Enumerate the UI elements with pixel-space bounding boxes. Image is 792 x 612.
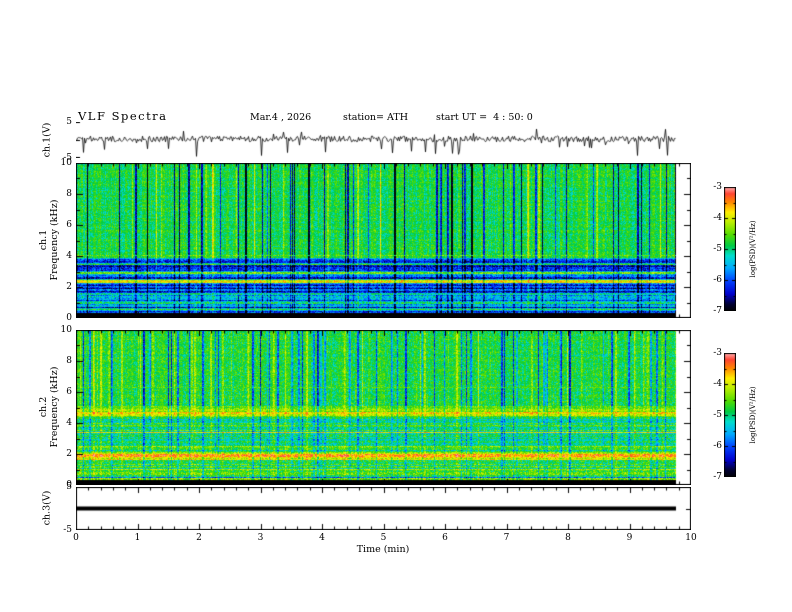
frequency-tick-label: 2 [66, 449, 72, 459]
ch1-frequency-axis-label: ch.1 Frequency (kHz) [38, 200, 60, 281]
colorbar-tick-label: -3 [713, 348, 722, 358]
colorbar1-canvas [724, 187, 736, 311]
colorbar2-canvas [724, 353, 736, 477]
ch1-axis-ylabel: Frequency (kHz) [49, 199, 60, 281]
ch1-spectrogram-canvas [76, 163, 691, 318]
voltage-tick-label: 5 [66, 482, 72, 492]
ch3-waveform-canvas [76, 487, 691, 530]
voltage-tick-label: -5 [63, 153, 72, 163]
x-axis-tick-label: 5 [380, 533, 387, 543]
ch2-frequency-axis-label: ch.2 Frequency (kHz) [38, 367, 60, 448]
x-axis-tick-label: 7 [503, 533, 510, 543]
frequency-tick-label: 8 [66, 356, 72, 366]
colorbar-tick-label: -5 [713, 244, 722, 254]
x-axis-tick-label: 9 [626, 533, 633, 543]
frequency-tick-label: 0 [66, 313, 72, 323]
frequency-tick-label: 2 [66, 282, 72, 292]
x-axis-tick-label: 3 [257, 533, 264, 543]
frequency-tick-label: 8 [66, 189, 72, 199]
ch1-axis-channel: ch.1 [38, 229, 49, 251]
ch3-voltage-axis-label: ch.3(V) [41, 490, 53, 526]
colorbar-tick-label: -5 [713, 410, 722, 420]
frequency-tick-label: 6 [66, 387, 72, 397]
figure-title: VLF Spectra [78, 109, 168, 123]
x-axis-tick-label: 2 [196, 533, 202, 543]
x-axis-tick-label: 10 [685, 533, 697, 543]
x-axis-tick-label: 8 [565, 533, 571, 543]
colorbar2-label: log(PSD)(V²/Hz) [749, 386, 757, 444]
frequency-tick-label: 4 [66, 251, 72, 261]
colorbar-tick-label: -3 [713, 182, 722, 192]
ch2-axis-ylabel: Frequency (kHz) [49, 366, 60, 448]
colorbar-tick-label: -7 [713, 472, 722, 482]
x-axis-label: Time (min) [356, 544, 410, 555]
ch1-waveform-canvas [76, 122, 691, 158]
voltage-tick-label: 5 [66, 117, 72, 127]
frequency-tick-label: 10 [60, 325, 72, 335]
colorbar-tick-label: -6 [713, 275, 722, 285]
frequency-tick-label: 4 [66, 418, 72, 428]
vlf-spectra-figure: VLF Spectra Mar.4 , 2026 station= ATH st… [0, 0, 792, 612]
voltage-tick-label: -5 [63, 525, 72, 535]
ch1-voltage-axis-label: ch.1(V) [41, 122, 53, 158]
colorbar-tick-label: -4 [713, 213, 722, 223]
colorbar-tick-label: -4 [713, 379, 722, 389]
colorbar-tick-label: -7 [713, 306, 722, 316]
x-axis-tick-label: 1 [134, 533, 141, 543]
ch2-axis-channel: ch.2 [38, 396, 49, 418]
x-axis-tick-label: 4 [319, 533, 325, 543]
x-axis-tick-label: 6 [442, 533, 448, 543]
frequency-tick-label: 6 [66, 220, 72, 230]
colorbar1-label: log(PSD)(V²/Hz) [749, 220, 757, 278]
colorbar-tick-label: -6 [713, 441, 722, 451]
ch2-spectrogram-canvas [76, 330, 691, 485]
